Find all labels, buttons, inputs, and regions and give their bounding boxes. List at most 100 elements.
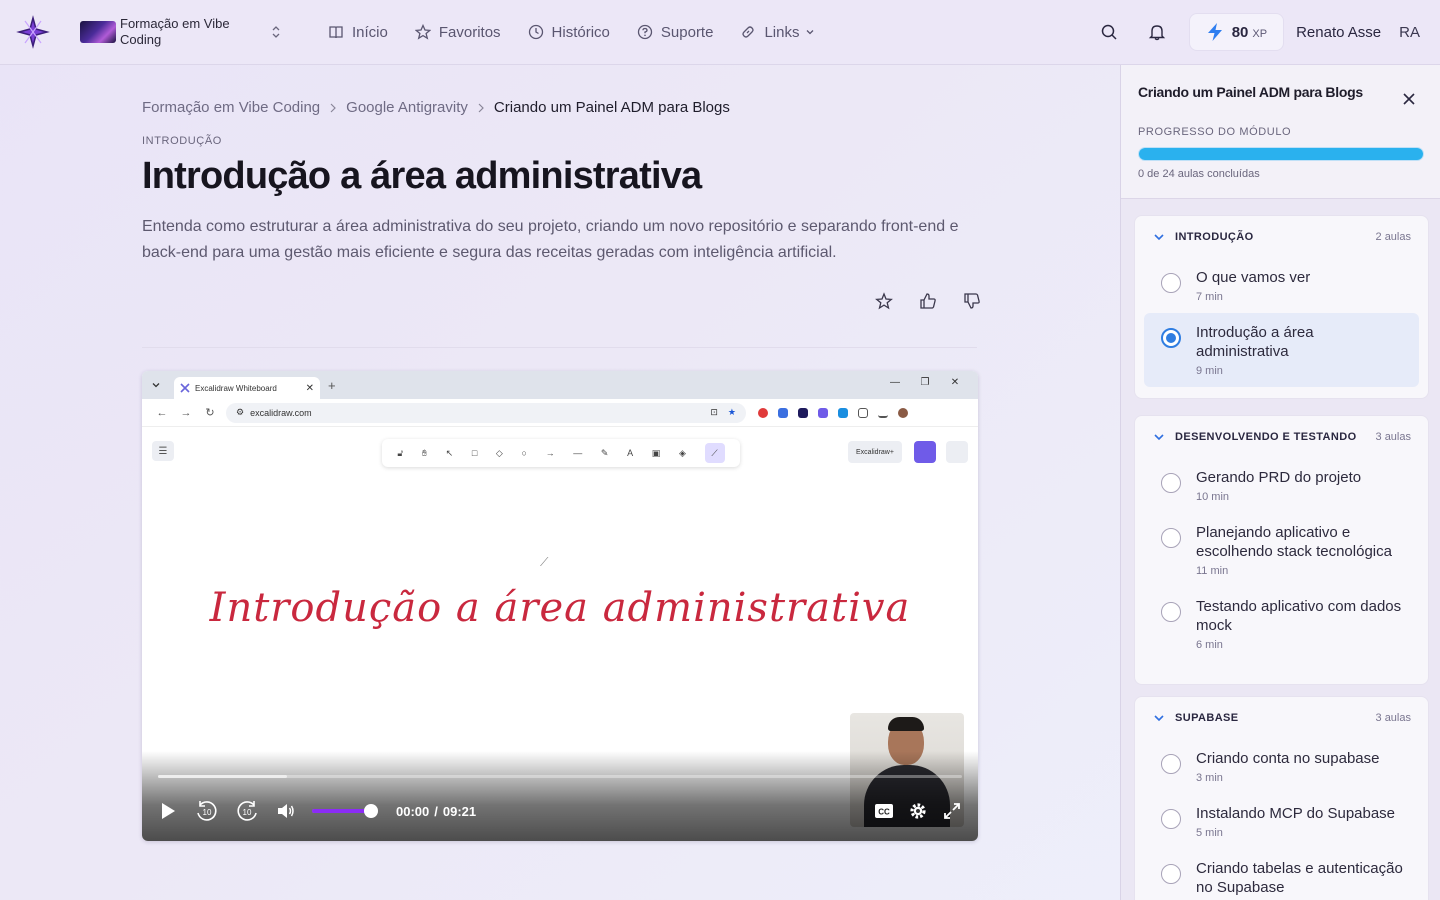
- progress-label: PROGRESSO DO MÓDULO: [1138, 126, 1292, 138]
- captions-icon[interactable]: CC: [872, 799, 896, 823]
- pencil-icon: ✎: [600, 447, 609, 458]
- video-url: excalidraw.com: [250, 407, 312, 418]
- image-icon: ▣: [651, 447, 661, 458]
- cursor-icon: ⟋: [540, 555, 549, 569]
- nav-item-links[interactable]: Links: [740, 20, 815, 44]
- window-controls: — ❐ ✕: [880, 377, 970, 388]
- arrow-icon: →: [545, 448, 555, 458]
- lesson-title: Testando aplicativo com dados mock: [1196, 598, 1402, 634]
- lesson-status-radio: [1161, 473, 1181, 493]
- extension-icon: [778, 407, 788, 418]
- menu-icon: ☰: [152, 441, 174, 461]
- module-name: SUPABASE: [1175, 712, 1239, 724]
- module-count: 3 aulas: [1375, 431, 1411, 443]
- xp-label: XP: [1252, 27, 1268, 40]
- lesson-item[interactable]: Criando tabelas e autenticação no Supaba…: [1144, 849, 1419, 900]
- module-header[interactable]: SUPABASE 3 aulas: [1135, 697, 1428, 739]
- lesson-item[interactable]: Testando aplicativo com dados mock 6 min: [1144, 587, 1419, 661]
- video-progress-bar[interactable]: [158, 775, 962, 778]
- time-total: 09:21: [442, 803, 477, 819]
- lesson-status-radio: [1161, 754, 1181, 774]
- lesson-title: Criando tabelas e autenticação no Supaba…: [1196, 860, 1403, 896]
- restore-icon: ❐: [920, 377, 930, 388]
- lesson-item[interactable]: O que vamos ver 7 min: [1144, 258, 1419, 313]
- video-player[interactable]: Excalidraw Whiteboard ✕ + — ❐ ✕ ← → ↻ ⚙ …: [142, 371, 978, 841]
- lesson-duration: 3 min: [1196, 772, 1223, 784]
- lesson-item[interactable]: Criando conta no supabase 3 min: [1144, 739, 1419, 794]
- bell-icon[interactable]: [1145, 20, 1169, 44]
- nav-item-inicio[interactable]: Início: [328, 20, 388, 44]
- puzzle-icon: [858, 407, 868, 418]
- lesson-status-radio: [1161, 864, 1181, 884]
- video-tab-title: Excalidraw Whiteboard: [195, 383, 277, 393]
- close-icon: ✕: [305, 382, 314, 394]
- app-logo-icon[interactable]: [16, 15, 50, 49]
- nav-label: Histórico: [551, 23, 610, 41]
- lesson-status-radio: [1161, 809, 1181, 829]
- rewind-10-icon[interactable]: 10: [194, 799, 220, 823]
- lesson-content: Formação em Vibe Coding Google Antigravi…: [0, 65, 1120, 900]
- module-count: 2 aulas: [1375, 231, 1411, 243]
- nav-label: Suporte: [660, 23, 714, 41]
- lesson-title: Gerando PRD do projeto: [1196, 469, 1362, 486]
- chevron-down-icon: [807, 30, 814, 35]
- chevron-down-icon: [1154, 434, 1164, 441]
- presenter-hair: [888, 717, 924, 731]
- rectangle-icon: □: [471, 448, 478, 458]
- nav-item-historico[interactable]: Histórico: [528, 20, 610, 44]
- volume-knob[interactable]: [364, 804, 379, 818]
- volume-fill: [312, 809, 372, 813]
- help-circle-icon: [637, 24, 653, 40]
- lesson-duration: 5 min: [1196, 827, 1223, 839]
- nav-item-suporte[interactable]: Suporte: [637, 20, 714, 44]
- avatar[interactable]: RA: [1399, 24, 1420, 41]
- module-name: DESENVOLVENDO E TESTANDO: [1175, 431, 1357, 443]
- search-icon[interactable]: [1097, 20, 1121, 44]
- thumbs-up-icon[interactable]: [916, 289, 940, 313]
- thumbs-down-icon[interactable]: [960, 289, 984, 313]
- profile-icon: [898, 407, 908, 418]
- forward-10-icon[interactable]: 10: [234, 799, 260, 823]
- install-icon: ⊡: [710, 407, 718, 417]
- skip-back-label: 10: [203, 808, 212, 817]
- lesson-item-active[interactable]: Introdução a área administrativa 9 min: [1144, 313, 1419, 387]
- user-name[interactable]: Renato Asse: [1296, 24, 1381, 41]
- settings-gear-icon[interactable]: [906, 799, 930, 823]
- close-icon: ✕: [950, 377, 960, 388]
- module-header[interactable]: DESENVOLVENDO E TESTANDO 3 aulas: [1135, 416, 1428, 458]
- favorite-star-icon[interactable]: [872, 289, 896, 313]
- volume-slider[interactable]: [312, 804, 379, 818]
- close-icon[interactable]: [1397, 87, 1421, 111]
- breadcrumb-link[interactable]: Google Antigravity: [346, 99, 468, 116]
- skip-forward-label: 10: [243, 808, 252, 817]
- breadcrumb-current: Criando um Painel ADM para Blogs: [493, 99, 730, 116]
- module-header[interactable]: INTRODUÇÃO 2 aulas: [1135, 216, 1428, 258]
- fullscreen-icon[interactable]: [940, 799, 964, 823]
- xp-badge[interactable]: 80 XP: [1188, 13, 1285, 51]
- breadcrumb: Formação em Vibe Coding Google Antigravi…: [142, 99, 730, 116]
- video-browser-tab: Excalidraw Whiteboard ✕: [174, 377, 320, 399]
- minimize-icon: —: [890, 377, 900, 388]
- forward-arrow-icon: →: [180, 406, 192, 419]
- extension-icons: [758, 407, 908, 418]
- share-icon: [914, 441, 936, 463]
- page-title: Introdução a área administrativa: [142, 155, 702, 197]
- module-name: INTRODUÇÃO: [1175, 231, 1254, 243]
- course-switcher[interactable]: Formação em Vibe Coding: [80, 14, 290, 50]
- lesson-status-radio: [1161, 273, 1181, 293]
- section-label: INTRODUÇÃO: [142, 135, 222, 147]
- lesson-item[interactable]: Gerando PRD do projeto 10 min: [1144, 458, 1419, 513]
- book-icon: [329, 26, 343, 39]
- breadcrumb-link[interactable]: Formação em Vibe Coding: [142, 99, 320, 116]
- volume-icon[interactable]: [274, 799, 298, 823]
- text-icon: A: [627, 448, 634, 458]
- lesson-item[interactable]: Instalando MCP do Supabase 5 min: [1144, 794, 1419, 849]
- play-icon[interactable]: [156, 799, 180, 823]
- lesson-item[interactable]: Planejando aplicativo e escolhendo stack…: [1144, 513, 1419, 587]
- nav-item-favoritos[interactable]: Favoritos: [414, 20, 501, 44]
- video-canvas-text: Introdução a área administrativa: [209, 585, 911, 631]
- module-progress-fill: [1139, 148, 1423, 160]
- module-count: 3 aulas: [1375, 712, 1411, 724]
- extension-icon: [758, 407, 768, 418]
- lesson-status-radio: [1161, 328, 1181, 348]
